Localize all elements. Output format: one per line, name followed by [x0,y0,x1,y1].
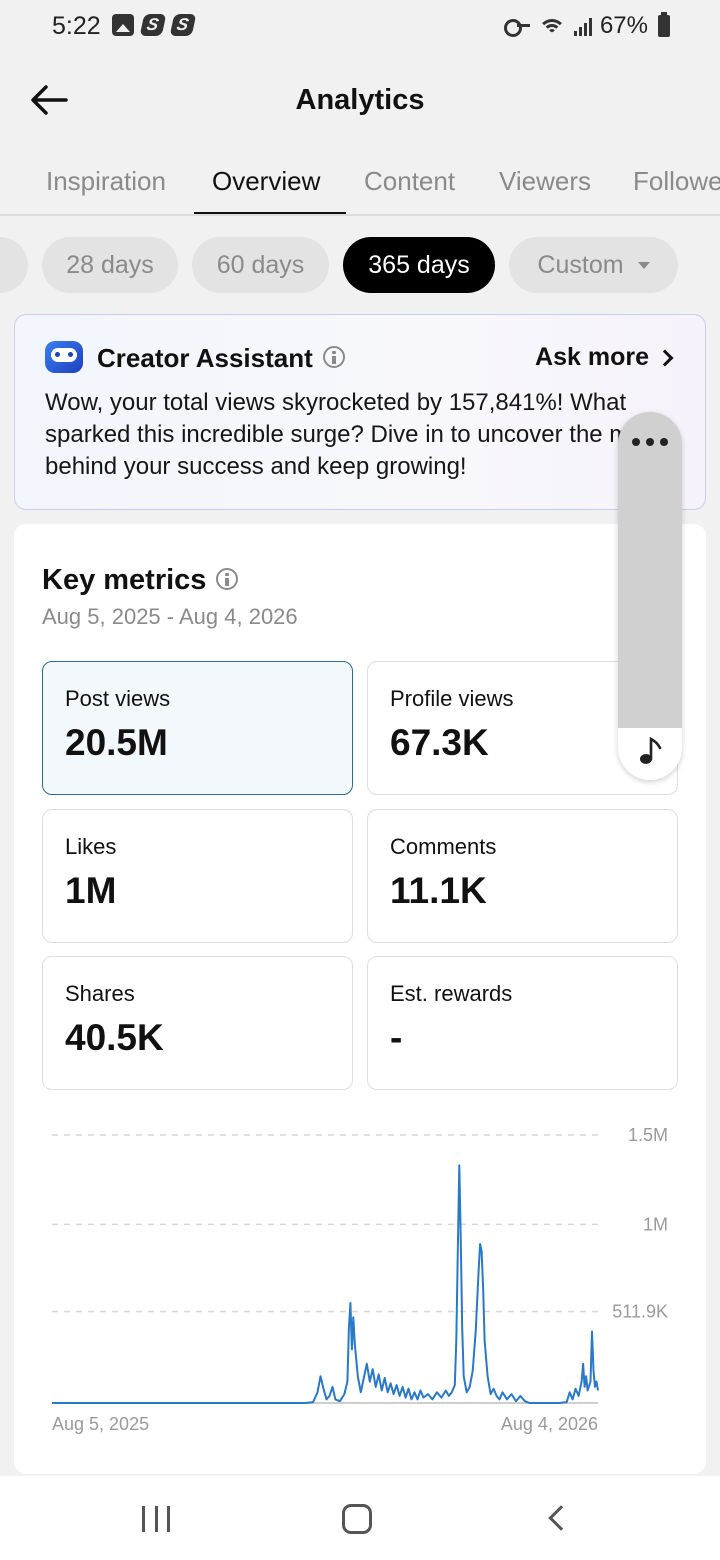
page-title: Analytics [295,84,425,116]
metric-label: Post views [65,686,171,711]
floating-music-widget[interactable] [618,412,682,780]
chart-gridlines: 1.5M 1M 511.9K [52,1125,668,1322]
ask-more-button[interactable]: Ask more [535,343,674,372]
more-options-icon[interactable] [632,438,668,446]
key-metrics-card: Key metrics Aug 5, 2025 - Aug 4, 2026 Po… [14,524,706,1474]
wifi-icon [537,15,566,37]
tab-content[interactable]: Content [364,166,455,197]
analytics-tabs: Inspiration Overview Content Viewers Fol… [0,152,720,216]
vpn-key-icon [503,19,530,37]
ask-more-label: Ask more [535,343,649,371]
assistant-message: Wow, your total views skyrocketed by 157… [45,389,674,480]
app-header: Analytics [0,60,720,140]
key-metrics-title: Key metrics [42,564,207,596]
chevron-right-icon [656,349,674,366]
range-chip-28-days[interactable]: 28 days [42,237,178,293]
metric-shares[interactable]: Shares 40.5K [42,956,353,1090]
chart-series-line [52,1164,599,1404]
creator-assistant-card: Creator Assistant Ask more Wow, your tot… [14,314,706,510]
recent-apps-icon[interactable] [142,1506,170,1532]
metric-value: 40.5K [65,1017,164,1058]
signal-icon [573,16,592,36]
metric-label: Est. rewards [390,981,513,1006]
tab-followers[interactable]: Followers [633,166,720,197]
metric-value: 1M [65,870,117,911]
home-icon[interactable] [342,1504,372,1534]
battery-icon [658,12,670,37]
app-notification-icon [169,14,197,36]
caret-down-icon [637,261,650,269]
metric-label: Likes [65,834,117,859]
date-range-chips: 28 days 60 days 365 days Custom [0,237,720,293]
y-tick-label: 1.5M [628,1125,668,1145]
range-chip-custom-label: Custom [537,250,624,279]
metric-label: Shares [65,981,135,1006]
metric-value: 11.1K [390,870,487,911]
music-note-icon [640,736,662,764]
metric-est-rewards[interactable]: Est. rewards - [367,956,678,1090]
creator-assistant-logo-icon [45,341,83,373]
metric-post-views[interactable]: Post views 20.5M [42,661,353,795]
x-tick-start: Aug 5, 2025 [52,1414,149,1434]
app-notification-icon [139,14,167,36]
gallery-notification-icon [112,14,134,36]
x-tick-end: Aug 4, 2026 [501,1414,598,1434]
notification-icons [112,14,197,36]
system-navigation-bar [0,1476,720,1560]
tab-inspiration[interactable]: Inspiration [46,166,166,197]
status-bar: 5:22 67% [0,0,720,52]
active-tab-indicator [194,212,346,214]
y-tick-label: 1M [643,1214,668,1234]
tab-overview[interactable]: Overview [212,166,320,197]
post-views-chart: 1.5M 1M 511.9K Aug 5, 2025 Aug 4, 2026 [52,1125,668,1434]
range-chip-7-days[interactable] [0,237,28,293]
status-time: 5:22 [52,12,101,40]
system-icons: 67% [503,12,670,40]
info-icon[interactable] [216,568,238,590]
nav-back-icon[interactable] [548,1505,574,1531]
range-chip-custom[interactable]: Custom [509,237,678,293]
y-tick-label: 511.9K [612,1302,668,1322]
metric-label: Comments [390,834,497,859]
creator-assistant-title: Creator Assistant [97,343,313,373]
range-chip-60-days[interactable]: 60 days [192,237,329,293]
metric-value: 20.5M [65,722,168,763]
battery-percent: 67% [599,12,648,39]
range-chip-365-days[interactable]: 365 days [343,237,495,293]
metric-comments[interactable]: Comments 11.1K [367,809,678,943]
key-metrics-date-range: Aug 5, 2025 - Aug 4, 2026 [42,604,298,629]
info-icon[interactable] [323,346,345,368]
metric-label: Profile views [390,686,514,711]
metric-value: - [390,1017,403,1058]
tab-viewers[interactable]: Viewers [499,166,591,197]
metric-likes[interactable]: Likes 1M [42,809,353,943]
metric-value: 67.3K [390,722,489,763]
